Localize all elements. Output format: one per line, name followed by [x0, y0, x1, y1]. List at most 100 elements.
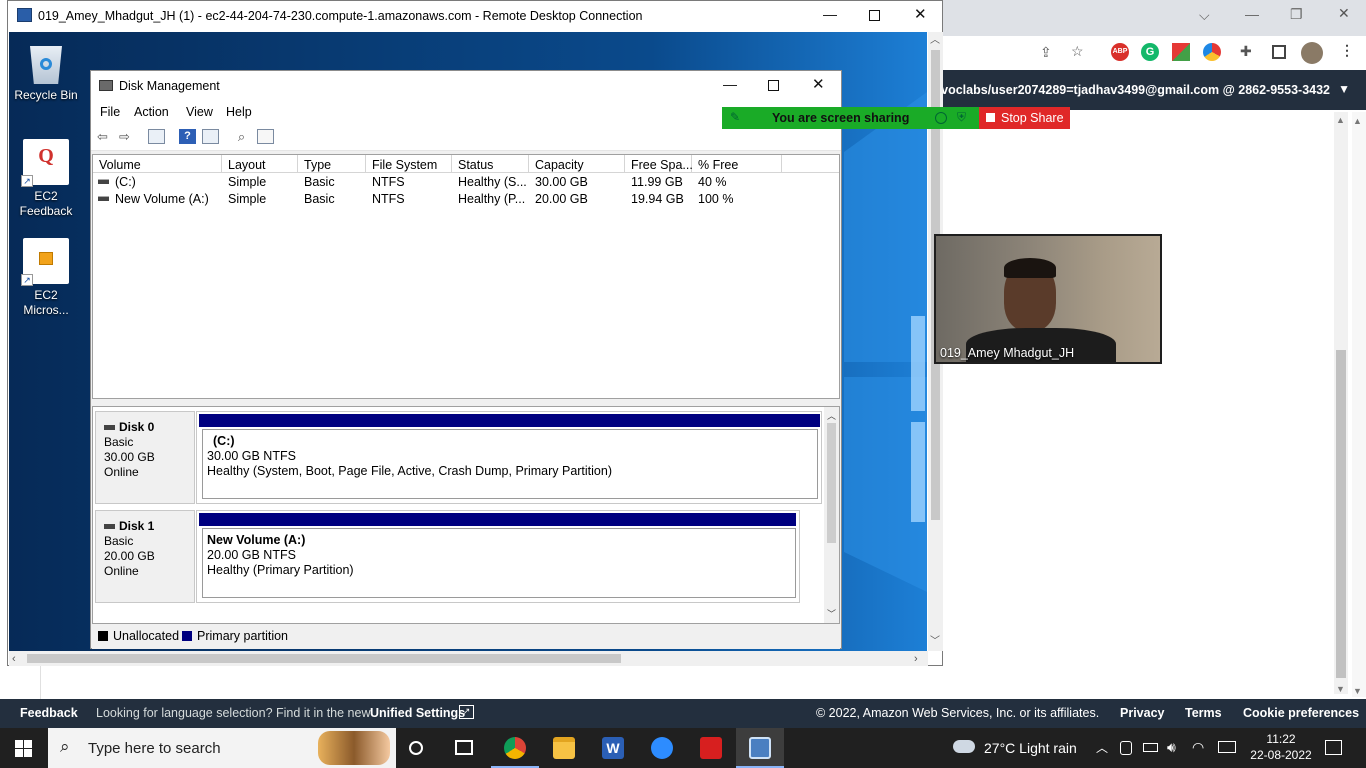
profile-avatar[interactable] [1301, 42, 1323, 64]
clock[interactable]: 11:22 22-08-2022 [1248, 731, 1314, 765]
taskbar-search[interactable]: ⌕ Type here to search [48, 728, 396, 768]
task-view-button[interactable] [392, 728, 440, 768]
scroll-up-icon[interactable]: ︿ [930, 34, 940, 48]
forward-arrow-icon[interactable]: ⇨ [116, 129, 133, 144]
dm-minimize-icon[interactable]: — [723, 77, 737, 91]
page-scrollbar-thumb[interactable] [1336, 350, 1346, 678]
column-header-type[interactable]: Type [298, 155, 366, 173]
column-header-capacity[interactable]: Capacity [529, 155, 625, 173]
column-header-status[interactable]: Status [452, 155, 529, 173]
keyboard-icon[interactable] [1218, 741, 1236, 753]
participant-video[interactable]: 019_Amey Mhadgut_JH [934, 234, 1162, 364]
rdp-minimize-icon[interactable]: — [823, 7, 837, 21]
shield-icon[interactable]: ⛨ [957, 110, 966, 125]
cookie-preferences-link[interactable]: Cookie preferences [1243, 706, 1359, 720]
share-icon[interactable]: ⇪ [1040, 45, 1052, 59]
disk-pane-scroll-thumb[interactable] [827, 423, 836, 543]
tray-chevron-up-icon[interactable]: ︿ [1096, 739, 1108, 756]
scroll-up-icon[interactable]: ▲ [1336, 113, 1345, 127]
meet-now-icon[interactable] [1120, 741, 1132, 755]
feedback-link[interactable]: Feedback [20, 706, 78, 720]
rdp-titlebar[interactable]: 019_Amey_Mhadgut_JH (1) - ec2-44-204-74-… [8, 1, 942, 31]
scroll-right-icon[interactable]: › [914, 652, 918, 666]
disk-pane-scrollbar[interactable]: ︿ ﹀ [824, 407, 839, 623]
disk-0-label[interactable]: Disk 0 Basic 30.00 GB Online [95, 411, 195, 504]
adblock-icon[interactable]: ABP [1111, 43, 1129, 61]
menu-view[interactable]: View [186, 105, 213, 119]
side-panel-icon[interactable] [1272, 45, 1286, 59]
start-button[interactable] [0, 728, 48, 768]
list-view-icon[interactable] [257, 129, 274, 144]
rdp-horizontal-scrollbar[interactable]: ‹ › [9, 651, 928, 666]
taskbar-chrome[interactable] [491, 728, 539, 768]
rdp-hscroll-thumb[interactable] [27, 654, 621, 663]
privacy-link[interactable]: Privacy [1120, 706, 1164, 720]
grammarly-icon[interactable]: G [1141, 43, 1159, 61]
aws-account-label[interactable]: voclabs/user2074289=tjadhav3499@gmail.co… [941, 83, 1330, 97]
taskbar-file-explorer[interactable] [540, 728, 588, 768]
browser-minimize-icon[interactable]: — [1245, 7, 1259, 21]
help-icon[interactable]: ? [179, 129, 196, 144]
outer-scroll-down-icon[interactable]: ▼ [1353, 684, 1362, 698]
stop-share-button[interactable]: Stop Share [979, 107, 1070, 129]
column-header-layout[interactable]: Layout [222, 155, 298, 173]
taskbar-word[interactable]: W [589, 728, 637, 768]
desktop-icon-ec2-feedback[interactable]: Q ↗ EC2 Feedback [11, 139, 81, 219]
rdp-close-icon[interactable]: ✕ [914, 7, 927, 22]
browser-menu-icon[interactable]: ⋮ [1340, 43, 1354, 57]
column-header-percent-free[interactable]: % Free [692, 155, 782, 173]
weather-text[interactable]: 27°C Light rain [984, 740, 1077, 756]
battery-icon[interactable] [1143, 743, 1158, 752]
scroll-up-icon[interactable]: ︿ [827, 409, 836, 423]
partition-a[interactable]: New Volume (A:) 20.00 GB NTFS Healthy (P… [202, 528, 796, 598]
menu-action[interactable]: Action [134, 105, 169, 119]
connect-icon[interactable]: ⌕ [233, 129, 250, 144]
partition-c[interactable]: (C:) 30.00 GB NTFS Healthy (System, Boot… [202, 429, 818, 499]
timeline-button[interactable] [440, 728, 488, 768]
table-row[interactable]: (C:) Simple Basic NTFS Healthy (S... 30.… [93, 174, 839, 191]
extension-colorful-icon[interactable] [1172, 43, 1190, 61]
dm-close-icon[interactable]: ✕ [812, 77, 825, 92]
outer-scrollbar[interactable] [1352, 112, 1366, 697]
disk-1-label[interactable]: Disk 1 Basic 20.00 GB Online [95, 510, 195, 603]
desktop-icon-recycle-bin[interactable]: Recycle Bin [11, 40, 81, 103]
stop-square-icon [986, 113, 995, 122]
scroll-left-icon[interactable]: ‹ [12, 652, 16, 666]
taskbar-acrobat[interactable] [687, 728, 735, 768]
outer-scroll-up-icon[interactable]: ▲ [1353, 114, 1362, 128]
dm-maximize-icon[interactable] [768, 80, 779, 91]
browser-restore-icon[interactable]: ❐ [1290, 7, 1303, 21]
properties-icon[interactable] [202, 129, 219, 144]
tab-search-icon[interactable]: ⌵ [1199, 8, 1210, 22]
menu-help[interactable]: Help [226, 105, 252, 119]
column-header-free-space[interactable]: Free Spa... [625, 155, 693, 173]
scroll-down-icon[interactable]: ﹀ [827, 607, 836, 621]
taskbar-remote-desktop[interactable] [736, 728, 784, 768]
table-row[interactable]: New Volume (A:) Simple Basic NTFS Health… [93, 191, 839, 208]
extension-wheel-icon[interactable] [1203, 43, 1221, 61]
volume-icon[interactable]: 🔊︎ [1167, 739, 1176, 756]
desktop-icon-ec2-micros[interactable]: ↗ EC2 Micros... [11, 238, 81, 318]
column-header-volume[interactable]: Volume [93, 155, 222, 173]
pin-icon[interactable]: ✎ [730, 110, 740, 124]
scroll-down-icon[interactable]: ▼ [1336, 682, 1345, 696]
bookmark-star-icon[interactable]: ☆ [1071, 44, 1084, 58]
column-header-file-system[interactable]: File System [366, 155, 452, 173]
extensions-puzzle-icon[interactable]: ✚ [1240, 44, 1252, 58]
caret-down-icon[interactable]: ▼ [1338, 82, 1350, 96]
wifi-icon[interactable]: ◠ [1192, 739, 1204, 756]
rdp-maximize-icon[interactable] [869, 10, 880, 21]
taskbar-zoom[interactable] [638, 728, 686, 768]
menu-file[interactable]: File [100, 105, 120, 119]
security-status-icon[interactable] [935, 112, 947, 124]
scroll-down-icon[interactable]: ﹀ [930, 635, 940, 649]
console-tree-icon[interactable] [148, 129, 165, 144]
unified-settings-link[interactable]: Unified Settings [370, 706, 465, 720]
dm-titlebar[interactable]: Disk Management — ✕ [91, 71, 841, 101]
disk-size: 30.00 GB [104, 450, 155, 464]
back-arrow-icon[interactable]: ⇦ [94, 129, 111, 144]
browser-close-icon[interactable]: ✕ [1338, 6, 1350, 20]
notifications-icon[interactable] [1325, 740, 1342, 755]
terms-link[interactable]: Terms [1185, 706, 1222, 720]
screen-sharing-bar[interactable]: ✎ You are screen sharing ⛨ [722, 107, 979, 129]
